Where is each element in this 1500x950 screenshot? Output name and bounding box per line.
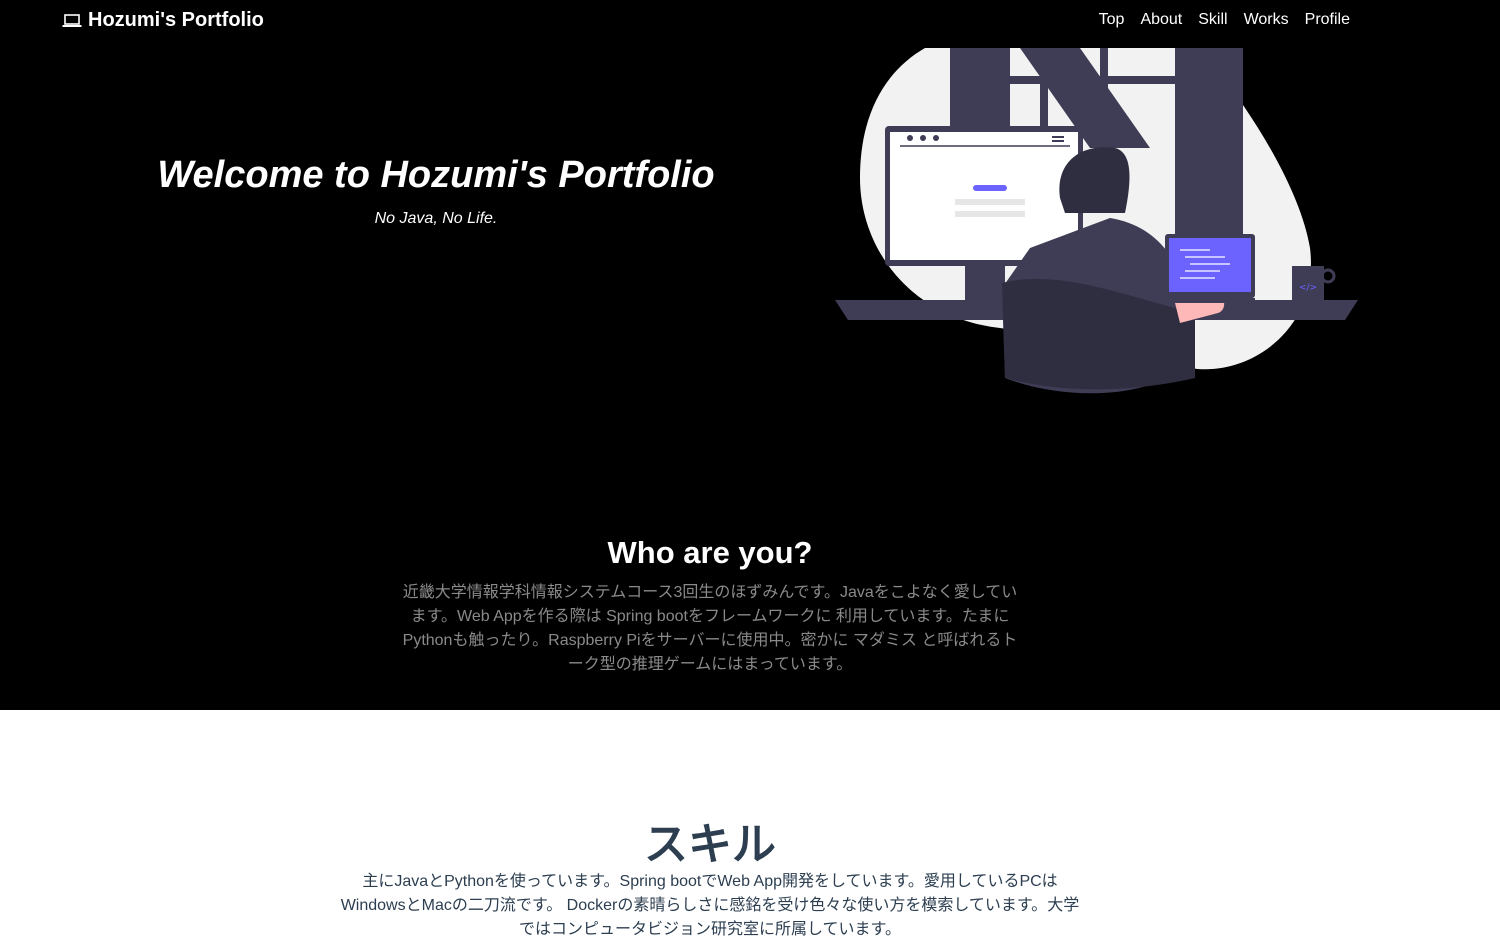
nav-link-works[interactable]: Works [1244, 11, 1289, 29]
brand-link[interactable]: Hozumi's Portfolio [62, 9, 264, 32]
about-text: 近畿大学情報学科情報システムコース3回生のほずみんです。Javaをこよなく愛して… [402, 584, 1018, 673]
hero-subtitle: No Java, No Life. [374, 210, 498, 227]
brand-text: Hozumi's Portfolio [88, 9, 264, 31]
navbar: Hozumi's Portfolio Top About Skill Works… [0, 0, 1500, 42]
nav-link-about[interactable]: About [1140, 11, 1182, 29]
nav-link-profile[interactable]: Profile [1305, 11, 1350, 29]
developer-illustration: </> [835, 48, 1358, 394]
skill-title: スキル [644, 820, 776, 869]
nav-link-skill[interactable]: Skill [1198, 11, 1227, 29]
svg-text:</>: </> [1299, 283, 1317, 293]
about-title: Who are you? [607, 535, 813, 570]
skill-text: 主にJavaとPythonを使っています。Spring bootでWeb App… [340, 873, 1080, 938]
laptop-icon [62, 13, 82, 27]
hero-title: Welcome to Hozumi's Portfolio [157, 154, 715, 196]
nav-link-top[interactable]: Top [1099, 11, 1125, 29]
nav-links: Top About Skill Works Profile [1099, 11, 1350, 29]
hero-section: Welcome to Hozumi's Portfolio No Java, N… [0, 42, 1500, 710]
skill-section: スキル 主にJavaとPythonを使っています。Spring bootでWeb… [0, 710, 1500, 950]
